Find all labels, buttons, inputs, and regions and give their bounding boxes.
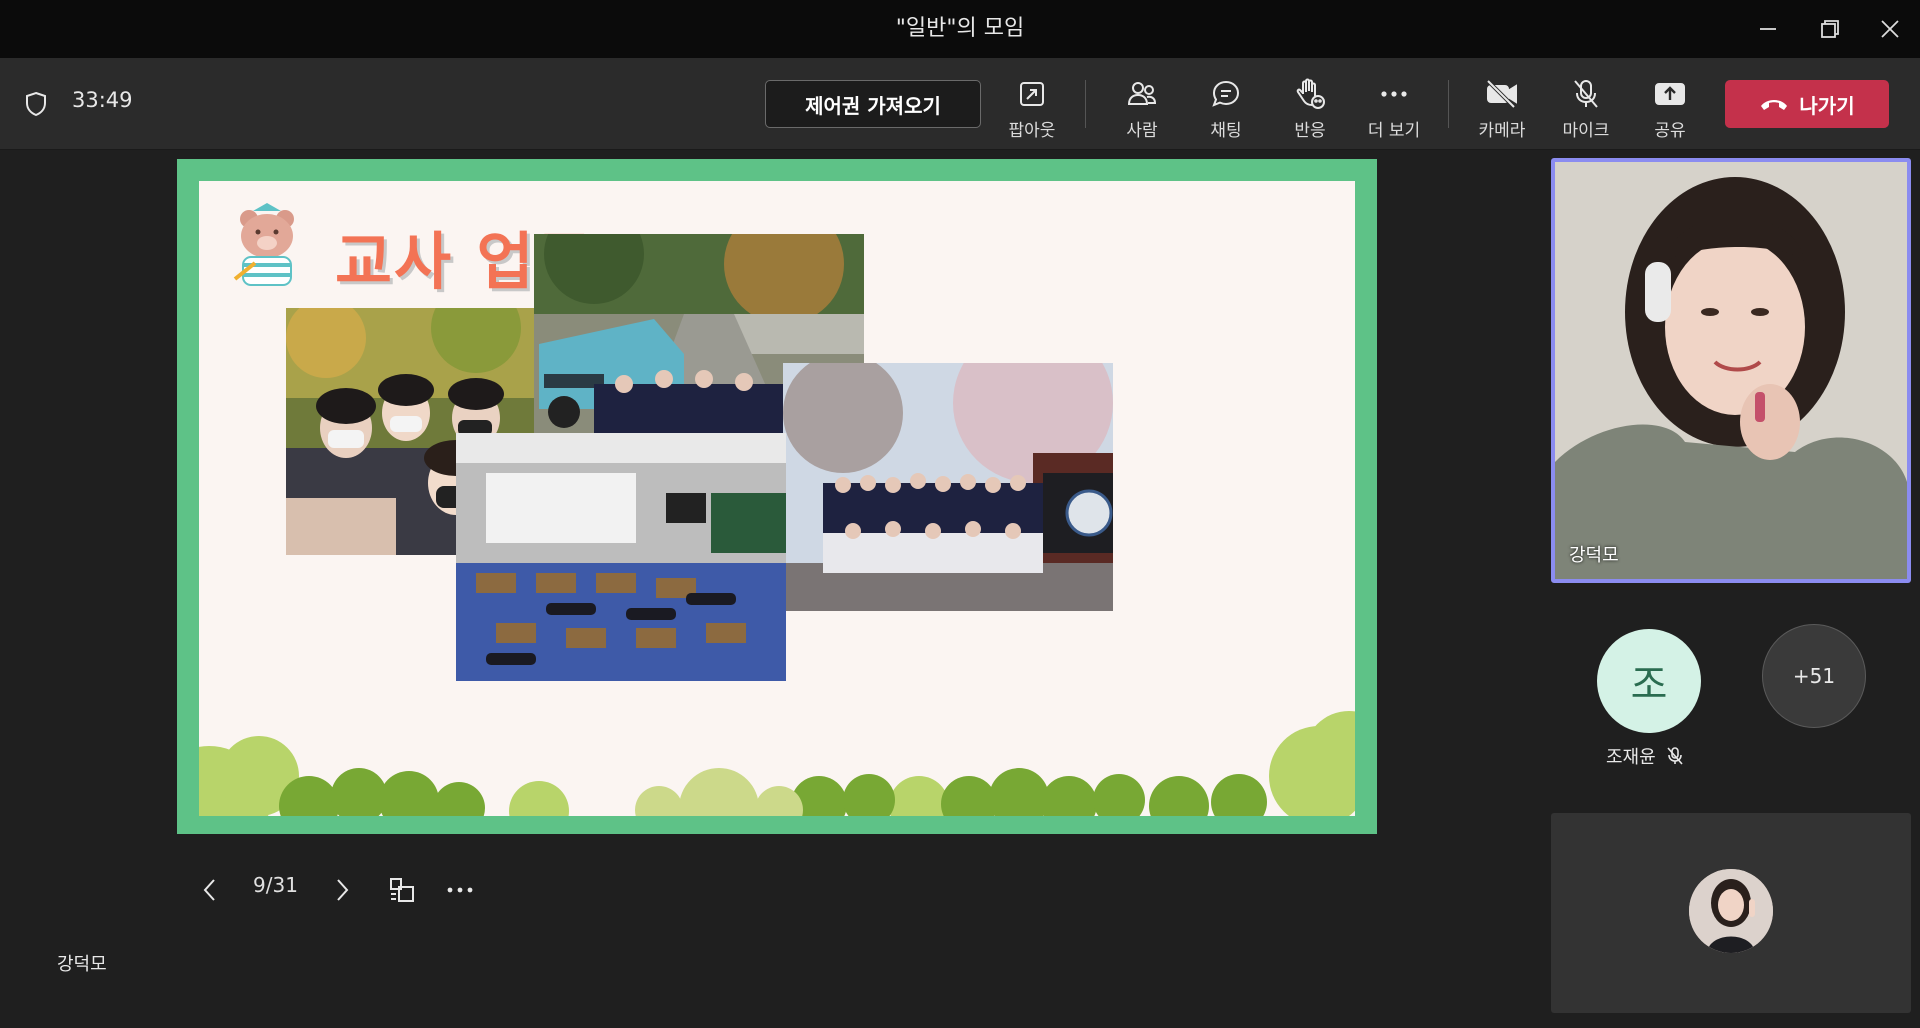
participant-jo-name: 조재윤: [1606, 747, 1656, 768]
leave-button[interactable]: 나가기: [1725, 80, 1889, 128]
mic-off-icon: [1667, 747, 1683, 765]
participant-video-tile[interactable]: 강덕모: [1551, 158, 1911, 583]
people-icon: [1127, 82, 1157, 105]
bear-illustration: [233, 203, 294, 286]
slide-page-number: 9/31: [253, 873, 298, 897]
hedge-decoration: [199, 711, 1355, 816]
window-title: "일반"의 모임: [895, 16, 1025, 41]
share-button[interactable]: 공유: [1630, 68, 1710, 144]
leave-label: 나가기: [1799, 93, 1855, 118]
participant-name: 강덕모: [1569, 545, 1619, 566]
mic-label: 마이크: [1562, 121, 1610, 141]
popout-label: 팝아웃: [1008, 121, 1056, 141]
minimize-icon: [1760, 28, 1776, 30]
phone-hangup-icon: [1761, 100, 1788, 110]
shared-slide: 교사 업무: [177, 159, 1377, 834]
self-view-tile[interactable]: [1551, 813, 1911, 1013]
more-icon: [1381, 91, 1407, 97]
chevron-left-icon: [203, 879, 215, 901]
participant-video: [1555, 162, 1907, 579]
popout-button[interactable]: 팝아웃: [992, 68, 1072, 144]
close-icon: [1881, 20, 1899, 38]
next-slide-button[interactable]: [324, 870, 360, 910]
participant-jo-label: 조재윤: [1606, 743, 1684, 769]
shield-icon: [26, 91, 46, 117]
slide-more-options-button[interactable]: [440, 870, 480, 910]
popout-icon: [1020, 82, 1044, 106]
photo-classroom: [456, 433, 786, 681]
mic-button[interactable]: 마이크: [1546, 68, 1626, 144]
meeting-toolbar: 33:49 제어권 가져오기 팝아웃 사람 채팅 반응 더 보기 카메라 마이크…: [0, 58, 1920, 150]
meeting-timer: 33:49: [72, 88, 133, 112]
share-icon: [1655, 83, 1685, 105]
share-label: 공유: [1654, 121, 1686, 141]
previous-slide-button[interactable]: [192, 870, 228, 910]
raise-hand-icon: [1296, 78, 1325, 109]
camera-button[interactable]: 카메라: [1462, 68, 1542, 144]
slide-canvas: 교사 업무: [199, 181, 1355, 816]
participant-avatar-jo[interactable]: 조: [1597, 629, 1701, 733]
take-control-button[interactable]: 제어권 가져오기: [765, 80, 981, 128]
more-participants-button[interactable]: +51: [1762, 624, 1866, 728]
react-label: 반응: [1294, 121, 1326, 141]
chevron-right-icon: [337, 879, 349, 901]
photo-class-group: [783, 363, 1113, 611]
camera-off-icon: [1486, 79, 1517, 109]
restore-icon: [1821, 20, 1839, 38]
self-avatar: [1689, 869, 1773, 953]
more-button[interactable]: 더 보기: [1354, 68, 1434, 144]
presenter-name: 강덕모: [57, 954, 107, 975]
more-icon: [447, 887, 473, 893]
mic-off-icon: [1574, 80, 1598, 108]
react-button[interactable]: 반응: [1270, 68, 1350, 144]
slide-grid-button[interactable]: [382, 870, 422, 910]
close-button[interactable]: [1862, 0, 1918, 58]
chat-icon: [1212, 80, 1240, 107]
minimize-button[interactable]: [1740, 0, 1796, 58]
camera-label: 카메라: [1478, 121, 1526, 141]
restore-button[interactable]: [1802, 0, 1858, 58]
slides-grid-icon: [390, 878, 414, 902]
people-button[interactable]: 사람: [1102, 68, 1182, 144]
people-label: 사람: [1126, 121, 1158, 141]
meeting-stage: 교사 업무 9/31 강덕모 강덕모 조 조재윤 +51: [0, 151, 1920, 1028]
chat-button[interactable]: 채팅: [1186, 68, 1266, 144]
title-bar: "일반"의 모임: [0, 0, 1920, 58]
more-label: 더 보기: [1367, 121, 1421, 141]
toolbar-divider: [1085, 80, 1086, 128]
toolbar-divider: [1448, 80, 1449, 128]
chat-label: 채팅: [1210, 121, 1242, 141]
